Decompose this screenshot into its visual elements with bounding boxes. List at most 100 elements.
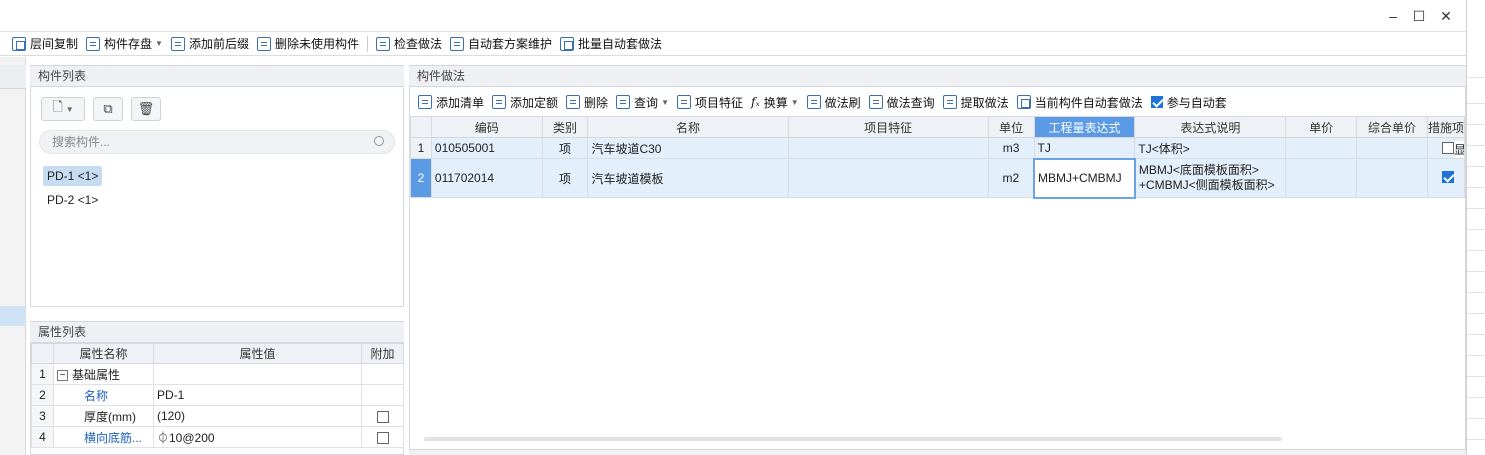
- feature-button[interactable]: 项目特征: [673, 91, 747, 113]
- toolbar-divider: [366, 35, 368, 52]
- duplicate-component-button[interactable]: ⧉: [93, 97, 123, 121]
- expression-desc-cell[interactable]: MBMJ<底面模板面积> +CMBMJ<侧面模板面积>: [1134, 158, 1287, 198]
- unit-price-cell[interactable]: [1285, 158, 1358, 198]
- name-cell[interactable]: 汽车坡道C30: [587, 137, 789, 159]
- method-table: 编码 类别 名称 项目特征 单位 工程量表达式 表达式说明 单价 综合单价 措施…: [410, 116, 1466, 199]
- header-total-price: 综合单价: [1356, 116, 1428, 138]
- header-expression[interactable]: 工程量表达式: [1033, 116, 1136, 138]
- chevron-down-icon[interactable]: ▼: [661, 98, 669, 107]
- name-cell[interactable]: 汽车坡道模板: [587, 158, 789, 198]
- row-number: 4: [31, 426, 54, 448]
- type-cell[interactable]: 项: [541, 137, 589, 159]
- grid-line: [1467, 187, 1485, 188]
- header-num: [31, 343, 54, 364]
- measure-checkbox[interactable]: [1441, 171, 1454, 183]
- method-panel: 添加清单 添加定额 删除 查询 ▼ 项目特征 𝑓ₓ 换算 ▼ 做法刷 做法查询 提取做…: [409, 87, 1466, 450]
- add-list-button[interactable]: 添加清单: [414, 91, 488, 113]
- minimize-button[interactable]: –: [1383, 6, 1403, 26]
- batch-apply-button[interactable]: 批量自动套做法: [556, 33, 666, 55]
- check-method-button[interactable]: 检查做法: [372, 33, 446, 55]
- delete-button[interactable]: 删除: [562, 91, 612, 113]
- maximize-button[interactable]: ☐: [1409, 6, 1429, 26]
- new-component-button[interactable]: 🗋 ▼: [41, 97, 85, 121]
- add-list-icon: [418, 95, 432, 109]
- expression-desc-line: +CMBMJ<侧面模板面积>: [1138, 178, 1275, 192]
- horizontal-scrollbar[interactable]: [424, 437, 1282, 441]
- toolbar-label: 构件存盘: [104, 37, 153, 51]
- chevron-down-icon[interactable]: ▼: [155, 39, 163, 48]
- grid-line: [1467, 313, 1485, 314]
- table-row[interactable]: 1 010505001 项 汽车坡道C30 m3 TJ TJ<体积> 显示: [410, 137, 1466, 159]
- save-component-button[interactable]: 构件存盘 ▼: [82, 33, 167, 55]
- component-list-title: 构件列表: [30, 65, 404, 87]
- add-quota-button[interactable]: 添加定额: [488, 91, 562, 113]
- feature-cell[interactable]: [787, 158, 989, 198]
- unit-cell[interactable]: m3: [987, 137, 1035, 159]
- feature-cell[interactable]: [787, 137, 989, 159]
- grid-line: [1467, 292, 1485, 293]
- measure-cell: 显示: [1426, 137, 1466, 159]
- unit-cell[interactable]: m2: [987, 158, 1035, 198]
- code-cell[interactable]: 010505001: [430, 137, 543, 159]
- left-nav-selected-item[interactable]: [0, 306, 26, 326]
- property-value-cell: [153, 363, 362, 385]
- add-prefix-button[interactable]: 添加前后缀: [167, 33, 253, 55]
- property-value-cell[interactable]: (120): [153, 405, 362, 427]
- grid-line: [1467, 250, 1485, 251]
- toolbar-label: 查询: [634, 95, 659, 110]
- expression-desc-cell[interactable]: TJ<体积>: [1134, 137, 1287, 159]
- property-list-panel: 属性名称 属性值 附加 1 − 基础属性 2 名称 PD-1 3 厚度(mm) (…: [30, 343, 404, 455]
- search-icon[interactable]: [374, 136, 384, 146]
- scheme-maintain-button[interactable]: 自动套方案维护: [446, 33, 556, 55]
- measure-checkbox[interactable]: [1441, 142, 1454, 154]
- convert-button[interactable]: 𝑓ₓ 换算 ▼: [747, 91, 803, 113]
- component-item-pd1[interactable]: PD-1 <1>: [43, 166, 103, 186]
- header-num: [410, 116, 432, 138]
- row-number: 2: [31, 384, 54, 406]
- property-value-cell[interactable]: ⏀10@200: [153, 426, 362, 448]
- component-search-input[interactable]: 搜索构件...: [39, 130, 395, 154]
- new-file-icon: 🗋: [52, 99, 63, 114]
- expression-cell[interactable]: MBMJ+CMBMJ: [1033, 157, 1136, 199]
- collapse-icon[interactable]: −: [57, 369, 68, 381]
- component-item-pd2[interactable]: PD-2 <1>: [43, 190, 102, 210]
- property-group-label: 基础属性: [72, 367, 121, 382]
- total-price-cell[interactable]: [1356, 137, 1428, 159]
- code-cell[interactable]: 011702014: [430, 158, 543, 198]
- extra-checkbox[interactable]: [376, 431, 389, 444]
- checkbox-icon[interactable]: [1150, 96, 1163, 108]
- chevron-down-icon[interactable]: ▼: [791, 98, 799, 107]
- grid-line: [1467, 166, 1485, 167]
- total-price-cell[interactable]: [1356, 158, 1428, 198]
- table-row[interactable]: 2 011702014 项 汽车坡道模板 m2 MBMJ+CMBMJ MBMJ<…: [410, 157, 1466, 199]
- type-cell[interactable]: 项: [541, 158, 589, 198]
- unit-price-cell[interactable]: [1285, 137, 1358, 159]
- expression-cell[interactable]: TJ: [1033, 137, 1136, 159]
- property-name-cell: 厚度(mm): [53, 405, 154, 427]
- delete-unused-button[interactable]: 删除未使用构件: [253, 33, 363, 55]
- method-query-button[interactable]: 做法查询: [865, 91, 939, 113]
- extract-method-button[interactable]: 提取做法: [939, 91, 1013, 113]
- left-nav-header: [0, 65, 26, 89]
- header-code: 编码: [430, 116, 543, 138]
- query-button[interactable]: 查询 ▼: [612, 91, 673, 113]
- floor-copy-button[interactable]: 层间复制: [8, 33, 82, 55]
- auto-apply-current-button[interactable]: 当前构件自动套做法: [1013, 91, 1147, 113]
- header-unit: 单位: [987, 116, 1035, 138]
- property-value-cell[interactable]: PD-1: [153, 384, 362, 406]
- delete-component-button[interactable]: 🗑: [131, 97, 161, 121]
- participate-auto-toggle[interactable]: 参与自动套: [1147, 91, 1231, 113]
- method-brush-button[interactable]: 做法刷: [803, 91, 865, 113]
- grid-line: [1467, 103, 1485, 104]
- toolbar-label: 做法刷: [824, 95, 861, 110]
- grid-line: [1467, 145, 1485, 146]
- property-group-cell[interactable]: − 基础属性: [53, 363, 154, 385]
- header-type: 类别: [541, 116, 589, 138]
- close-button[interactable]: ✕: [1436, 6, 1456, 26]
- extra-checkbox[interactable]: [376, 410, 389, 423]
- grid-line: [1467, 271, 1485, 272]
- title-bar: – ☐ ✕: [0, 0, 1466, 32]
- copy-icon: [12, 36, 26, 51]
- header-prop-name: 属性名称: [53, 343, 154, 364]
- toolbar-label: 添加前后缀: [188, 37, 249, 51]
